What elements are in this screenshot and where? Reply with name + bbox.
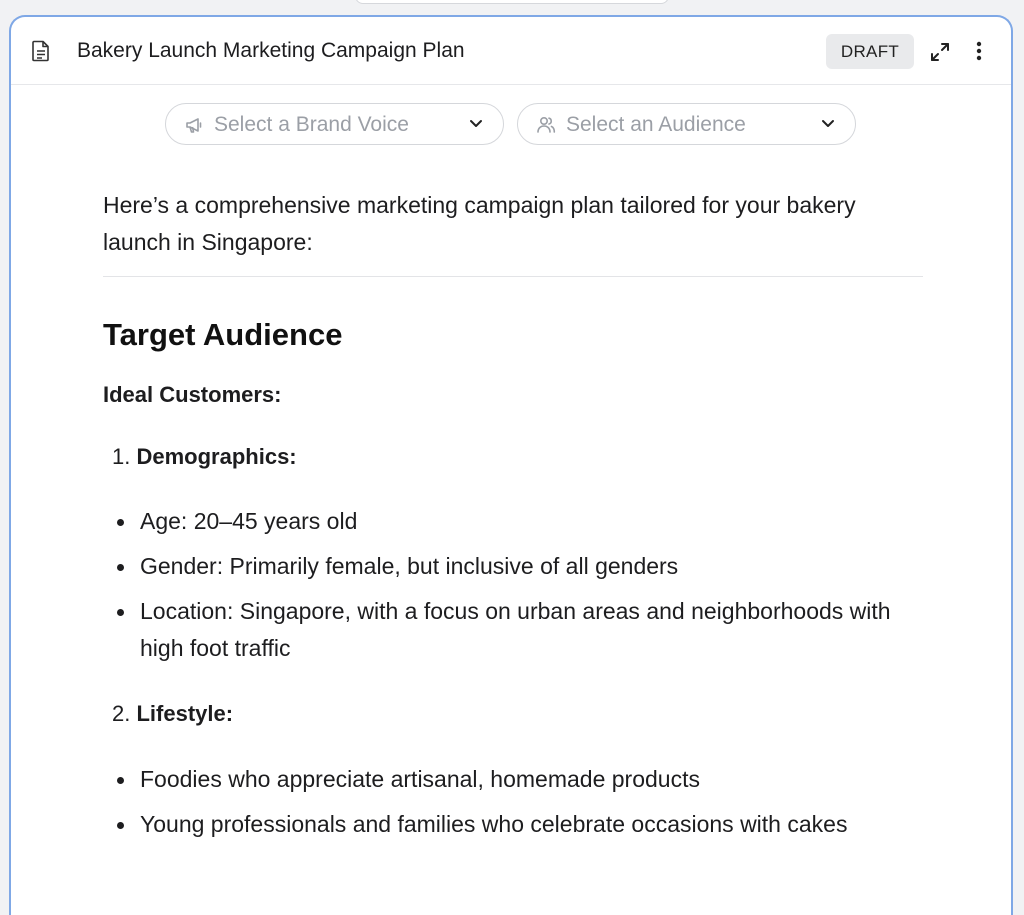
brand-voice-select[interactable]: Select a Brand Voice	[165, 103, 504, 145]
lifestyle-list: Foodies who appreciate artisanal, homema…	[103, 761, 923, 843]
document-title: Bakery Launch Marketing Campaign Plan	[77, 39, 465, 62]
item-title: Lifestyle:	[136, 701, 234, 726]
demographics-list: Age: 20–45 years old Gender: Primarily f…	[103, 503, 923, 667]
list-item: Young professionals and families who cel…	[103, 806, 923, 843]
brand-voice-placeholder: Select a Brand Voice	[214, 113, 409, 136]
numbered-item-demographics: 1. Demographics:	[112, 442, 923, 472]
item-number: 1.	[112, 444, 131, 469]
list-item: Foodies who appreciate artisanal, homema…	[103, 761, 923, 798]
top-tab-edge	[355, 0, 669, 4]
section-heading: Target Audience	[103, 317, 343, 352]
numbered-item-lifestyle: 2. Lifestyle:	[112, 699, 923, 729]
section-divider	[103, 276, 923, 277]
list-item: Age: 20–45 years old	[103, 503, 923, 540]
item-title: Demographics:	[136, 444, 297, 469]
document-icon	[32, 40, 49, 62]
expand-icon[interactable]	[929, 41, 951, 63]
selector-bar: Select a Brand Voice Select an Audience	[165, 103, 856, 145]
document-panel: Bakery Launch Marketing Campaign Plan DR…	[9, 15, 1013, 915]
more-vertical-icon[interactable]	[973, 39, 985, 63]
users-icon	[537, 116, 556, 133]
chevron-down-icon	[470, 120, 482, 127]
item-number: 2.	[112, 701, 131, 726]
list-item: Location: Singapore, with a focus on urb…	[103, 593, 923, 667]
document-body: Here’s a comprehensive marketing campaig…	[103, 187, 923, 843]
list-item: Gender: Primarily female, but inclusive …	[103, 548, 923, 585]
megaphone-icon	[186, 118, 202, 133]
status-badge: DRAFT	[826, 34, 914, 69]
subheading: Ideal Customers:	[103, 382, 282, 407]
audience-select[interactable]: Select an Audience	[517, 103, 856, 145]
audience-placeholder: Select an Audience	[566, 113, 746, 136]
intro-paragraph: Here’s a comprehensive marketing campaig…	[103, 192, 856, 255]
chevron-down-icon	[822, 120, 834, 127]
panel-header: Bakery Launch Marketing Campaign Plan DR…	[11, 17, 1011, 85]
